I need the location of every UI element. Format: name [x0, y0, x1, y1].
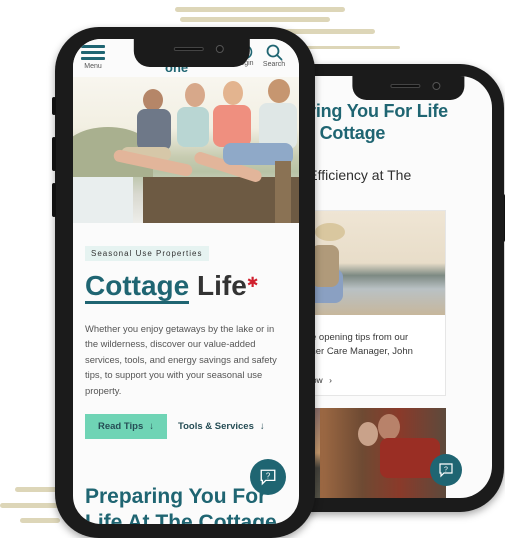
image-figure	[177, 107, 209, 147]
hamburger-icon	[81, 45, 105, 60]
image-figure	[378, 414, 400, 440]
svg-text:?: ?	[444, 467, 448, 474]
decorative-streak	[175, 7, 345, 12]
front-camera	[215, 45, 224, 53]
search-label: Search	[262, 61, 286, 68]
phone-screen-front: Menu hydro one Login Search	[73, 39, 299, 524]
help-chat-button[interactable]: ?	[250, 459, 286, 495]
menu-button[interactable]: Menu	[81, 45, 105, 70]
image-figure	[268, 79, 290, 103]
title-cottage: Cottage	[85, 270, 190, 304]
arrow-down-icon: ↓	[149, 421, 154, 432]
speaker-grille	[173, 47, 204, 51]
image-figure	[185, 83, 205, 107]
search-icon	[266, 44, 282, 61]
intro-description: Whether you enjoy getaways by the lake o…	[85, 323, 277, 396]
decorative-streak	[20, 518, 60, 523]
chevron-right-icon: ›	[329, 375, 332, 385]
read-tips-button[interactable]: Read Tips ↓	[85, 414, 167, 439]
arrow-down-icon: ↓	[259, 421, 265, 432]
decorative-streak	[180, 17, 330, 22]
image-figure	[213, 105, 251, 147]
chat-question-icon: ?	[439, 463, 453, 478]
phone-side-button	[52, 137, 56, 171]
hero-image	[73, 77, 299, 223]
image-figure	[143, 89, 163, 111]
svg-text:?: ?	[266, 472, 271, 481]
tools-services-label: Tools & Services	[178, 421, 254, 432]
maple-leaf-icon: ✱	[246, 274, 259, 290]
decorative-streak	[0, 503, 60, 508]
help-chat-button[interactable]: ?	[430, 454, 462, 486]
phone-notch	[133, 39, 250, 67]
image-figure	[315, 223, 345, 241]
speaker-grille	[390, 84, 421, 88]
phone-notch	[352, 76, 465, 100]
image-figure	[137, 109, 171, 151]
image-water	[73, 177, 133, 223]
menu-label: Menu	[84, 63, 102, 70]
read-tips-label: Read Tips	[98, 421, 144, 432]
category-tag: Seasonal Use Properties	[85, 246, 209, 261]
title-life: Life	[197, 270, 247, 301]
image-dock-post	[275, 161, 291, 223]
front-camera	[432, 82, 441, 90]
chat-question-icon: ?	[260, 469, 276, 486]
search-button[interactable]: Search	[260, 44, 288, 68]
phone-mockup-front: Menu hydro one Login Search	[52, 27, 315, 538]
image-figure	[358, 422, 378, 446]
phone-side-button	[52, 183, 56, 217]
phone-side-button	[52, 97, 56, 115]
decorative-streak	[15, 487, 60, 492]
page-title: Cottage Life✱	[85, 270, 259, 304]
image-figure	[311, 245, 339, 287]
tools-services-button[interactable]: Tools & Services ↓	[178, 414, 265, 439]
image-figure	[223, 81, 243, 105]
